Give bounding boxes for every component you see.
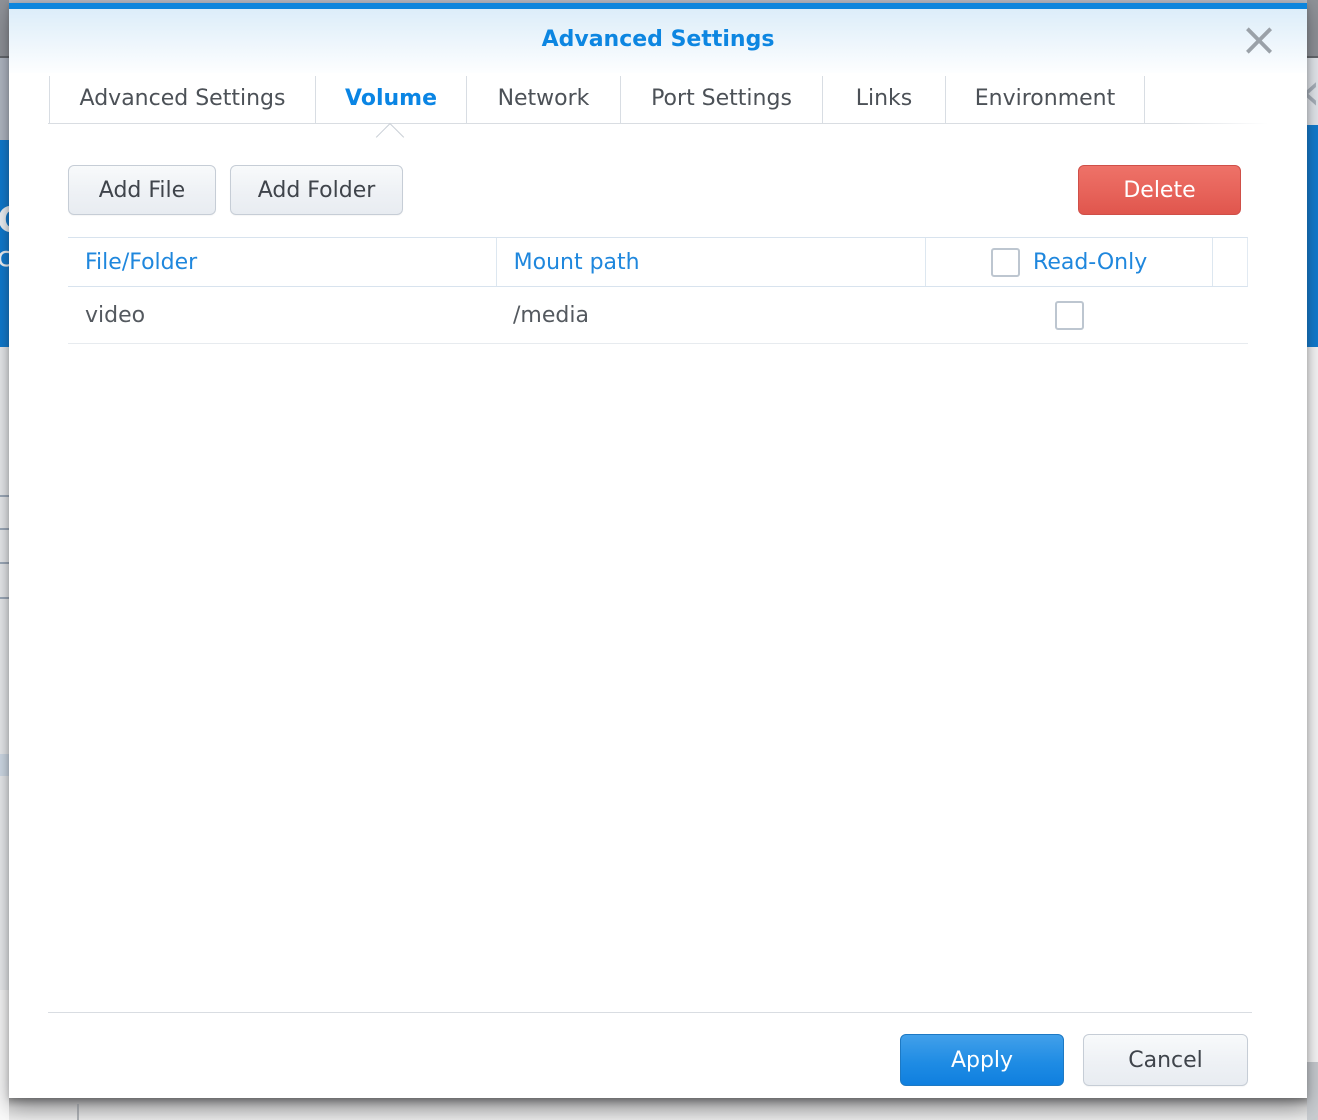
cell-read-only [926,301,1213,330]
column-header-read-only: Read-Only [925,238,1212,286]
dialog-header: Advanced Settings × [9,9,1307,73]
background-right-strip: ‹ [1307,0,1318,1120]
add-file-button[interactable]: Add File [68,165,216,215]
tab-bar: Advanced Settings Volume Network Port Se… [49,76,1145,123]
tab-network[interactable]: Network [466,76,620,123]
advanced-settings-dialog: Advanced Settings × Advanced Settings Vo… [9,3,1307,1098]
dialog-title: Advanced Settings [9,9,1307,71]
obscured-text-fragment: c [0,240,9,273]
cell-mount-path: /media [496,303,926,328]
tab-links[interactable]: Links [822,76,945,123]
select-all-read-only-checkbox[interactable] [991,248,1020,277]
tab-environment[interactable]: Environment [945,76,1145,123]
cancel-button[interactable]: Cancel [1083,1034,1248,1086]
obscured-text-fragment: C [0,200,9,241]
delete-button[interactable]: Delete [1078,165,1241,215]
tab-divider [48,123,1268,124]
apply-button[interactable]: Apply [900,1034,1064,1086]
close-button[interactable]: × [1237,11,1281,67]
dialog-shadow-area [9,1098,1307,1120]
close-icon: × [1240,12,1279,66]
footer-divider [48,1012,1252,1013]
table-row[interactable]: video /media [68,287,1248,344]
chevron-left-icon: ‹ [1307,66,1318,118]
cell-file-folder: video [68,303,496,328]
add-folder-button[interactable]: Add Folder [230,165,403,215]
column-header-mount-path: Mount path [496,238,926,286]
background-left-strip: C c [0,0,9,1120]
column-header-file-folder: File/Folder [68,238,496,286]
active-tab-notch [376,123,404,151]
background-banner: C c [0,140,9,347]
screen: C c ‹ Advanced [0,0,1318,1120]
column-header-spacer [1212,238,1247,286]
tab-port-settings[interactable]: Port Settings [620,76,822,123]
read-only-label: Read-Only [1033,250,1147,275]
tab-advanced-settings[interactable]: Advanced Settings [49,76,315,123]
volume-table: File/Folder Mount path Read-Only video /… [68,237,1248,344]
background-banner [1307,125,1318,347]
tab-volume[interactable]: Volume [315,76,466,123]
table-header-row: File/Folder Mount path Read-Only [68,237,1248,287]
row-read-only-checkbox[interactable] [1055,301,1084,330]
volume-toolbar: Add File Add Folder Delete [68,165,1248,215]
